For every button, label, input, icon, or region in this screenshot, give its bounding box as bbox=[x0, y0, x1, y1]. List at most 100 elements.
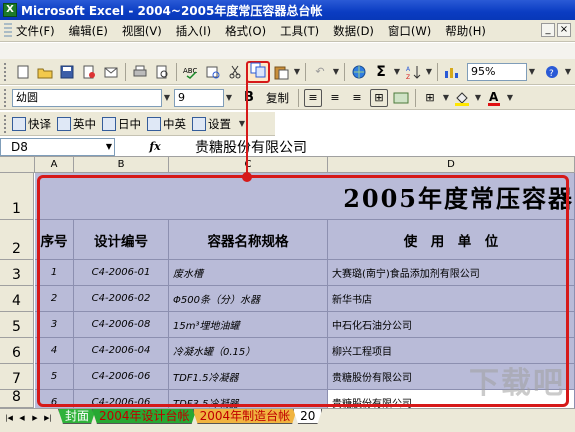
spelling-icon[interactable]: ABC bbox=[182, 63, 200, 81]
paste-icon[interactable] bbox=[272, 63, 290, 81]
header-cell-index[interactable]: 序号 bbox=[35, 220, 74, 260]
row-header-6[interactable]: 6 bbox=[0, 338, 34, 364]
copy-button[interactable] bbox=[246, 60, 270, 83]
print-preview-icon[interactable] bbox=[153, 63, 171, 81]
toolbar-grip[interactable] bbox=[4, 114, 8, 133]
font-color-icon[interactable]: A bbox=[485, 89, 503, 107]
tab-2004-manufacture[interactable]: 2004年制造台帐 bbox=[193, 409, 298, 424]
quick-translate-button[interactable]: 快译 bbox=[12, 116, 51, 132]
menu-insert[interactable]: 插入(I) bbox=[176, 23, 211, 39]
menu-tools[interactable]: 工具(T) bbox=[280, 23, 319, 39]
permission-icon[interactable] bbox=[80, 63, 98, 81]
chart-wizard-icon[interactable] bbox=[443, 63, 461, 81]
menu-view[interactable]: 视图(V) bbox=[122, 23, 162, 39]
research-icon[interactable] bbox=[204, 63, 222, 81]
table-cell[interactable]: 冷凝水罐（0.15） bbox=[169, 338, 328, 364]
help-icon[interactable]: ? bbox=[543, 63, 561, 81]
toolbar-grip[interactable] bbox=[4, 88, 8, 107]
menu-window[interactable]: 窗口(W) bbox=[388, 23, 431, 39]
fx-icon[interactable]: fx bbox=[115, 140, 195, 153]
formula-input[interactable]: 贵糖股份有限公司 bbox=[195, 137, 307, 157]
table-cell[interactable]: C4-2006-08 bbox=[74, 312, 169, 338]
sort-ascending-icon[interactable]: AZ bbox=[404, 63, 422, 81]
table-cell[interactable]: 3 bbox=[35, 312, 74, 338]
menu-format[interactable]: 格式(O) bbox=[225, 23, 266, 39]
zh-en-button[interactable]: 中英 bbox=[147, 116, 186, 132]
align-center-icon[interactable]: ≡ bbox=[326, 89, 344, 107]
font-name-select[interactable]: 幼圆 bbox=[12, 88, 162, 107]
header-cell-user-unit[interactable]: 使 用 单 位 bbox=[328, 220, 575, 260]
last-sheet-icon[interactable]: ▶| bbox=[42, 412, 54, 424]
header-cell-design-no[interactable]: 设计编号 bbox=[74, 220, 169, 260]
next-sheet-icon[interactable]: ▶ bbox=[29, 412, 41, 424]
chevron-down-icon[interactable]: ▼ bbox=[292, 67, 302, 76]
align-left-icon[interactable]: ≡ bbox=[304, 88, 322, 107]
menu-data[interactable]: 数据(D) bbox=[333, 23, 374, 39]
chevron-down-icon[interactable]: ▼ bbox=[162, 93, 172, 102]
row-header-3[interactable]: 3 bbox=[0, 260, 34, 286]
tab-2004-design[interactable]: 2004年设计台帐 bbox=[92, 409, 197, 424]
table-cell[interactable]: TDF1.5冷凝器 bbox=[169, 364, 328, 390]
row-header-2[interactable]: 2 bbox=[0, 220, 34, 260]
zoom-select[interactable]: 95% bbox=[467, 62, 527, 81]
table-cell[interactable]: 5 bbox=[35, 364, 74, 390]
table-cell[interactable]: C4-2006-06 bbox=[74, 364, 169, 390]
column-header-d[interactable]: D bbox=[328, 157, 575, 173]
chevron-down-icon[interactable]: ▼ bbox=[527, 67, 537, 76]
row-header-7[interactable]: 7 bbox=[0, 364, 34, 390]
chevron-down-icon[interactable]: ▼ bbox=[331, 67, 341, 76]
select-all-corner[interactable] bbox=[0, 157, 35, 173]
align-right-icon[interactable]: ≡ bbox=[348, 89, 366, 107]
autosum-icon[interactable]: Σ bbox=[372, 63, 390, 81]
chevron-down-icon[interactable]: ▼ bbox=[505, 93, 515, 102]
table-cell[interactable]: C4-2006-04 bbox=[74, 338, 169, 364]
close-button[interactable]: × bbox=[557, 23, 571, 37]
table-cell[interactable]: C4-2006-02 bbox=[74, 286, 169, 312]
menu-help[interactable]: 帮助(H) bbox=[445, 23, 486, 39]
bold-button[interactable]: B bbox=[240, 89, 258, 107]
currency-icon[interactable] bbox=[392, 89, 410, 107]
hyperlink-icon[interactable] bbox=[350, 63, 368, 81]
en-zh-button[interactable]: 英中 bbox=[57, 116, 96, 132]
table-cell[interactable]: 废水槽 bbox=[169, 260, 328, 286]
new-icon[interactable] bbox=[14, 63, 32, 81]
undo-icon[interactable]: ↶ bbox=[311, 63, 329, 81]
header-cell-vessel-name[interactable]: 容器名称规格 bbox=[169, 220, 328, 260]
table-cell[interactable]: 2 bbox=[35, 286, 74, 312]
row-header-1[interactable]: 1 bbox=[0, 173, 34, 220]
print-icon[interactable] bbox=[131, 63, 149, 81]
tab-cover[interactable]: 封面 bbox=[58, 409, 96, 424]
save-icon[interactable] bbox=[58, 63, 76, 81]
column-header-b[interactable]: B bbox=[74, 157, 169, 173]
merge-center-icon[interactable]: ⊞ bbox=[370, 88, 388, 107]
fill-color-icon[interactable] bbox=[453, 89, 471, 107]
chevron-down-icon[interactable]: ▼ bbox=[106, 139, 112, 155]
toolbar-grip[interactable] bbox=[4, 62, 8, 81]
chevron-down-icon[interactable]: ▼ bbox=[224, 93, 234, 102]
table-cell[interactable]: C4-2006-06 bbox=[74, 390, 169, 408]
sheet-title-cell[interactable]: 2005年度常压容器 bbox=[35, 173, 575, 220]
table-cell[interactable]: C4-2006-01 bbox=[74, 260, 169, 286]
chevron-down-icon[interactable]: ▼ bbox=[392, 67, 402, 76]
table-cell[interactable]: 4 bbox=[35, 338, 74, 364]
minimize-button[interactable]: _ bbox=[541, 23, 555, 37]
borders-icon[interactable]: ⊞ bbox=[421, 89, 439, 107]
column-header-c[interactable]: C bbox=[169, 157, 328, 173]
name-box[interactable]: D8 ▼ bbox=[0, 137, 115, 156]
chevron-down-icon[interactable]: ▼ bbox=[473, 93, 483, 102]
toolbar-options-icon[interactable]: ▼ bbox=[563, 67, 573, 76]
chevron-down-icon[interactable]: ▼ bbox=[424, 67, 434, 76]
table-cell[interactable]: Φ500条（分）水器 bbox=[169, 286, 328, 312]
table-cell[interactable]: 1 bbox=[35, 260, 74, 286]
settings-button[interactable]: 设置 bbox=[192, 116, 231, 132]
tab-2005[interactable]: 20 bbox=[293, 409, 322, 424]
table-cell[interactable]: 新华书店 bbox=[328, 286, 575, 312]
chevron-down-icon[interactable]: ▼ bbox=[441, 93, 451, 102]
column-header-a[interactable]: A bbox=[35, 157, 74, 173]
copy-format-button[interactable]: 复制 bbox=[266, 90, 289, 106]
menu-grip[interactable] bbox=[4, 22, 12, 39]
row-header-4[interactable]: 4 bbox=[0, 286, 34, 312]
menu-edit[interactable]: 编辑(E) bbox=[69, 23, 108, 39]
table-cell[interactable]: 中石化石油分公司 bbox=[328, 312, 575, 338]
cut-icon[interactable] bbox=[226, 63, 244, 81]
